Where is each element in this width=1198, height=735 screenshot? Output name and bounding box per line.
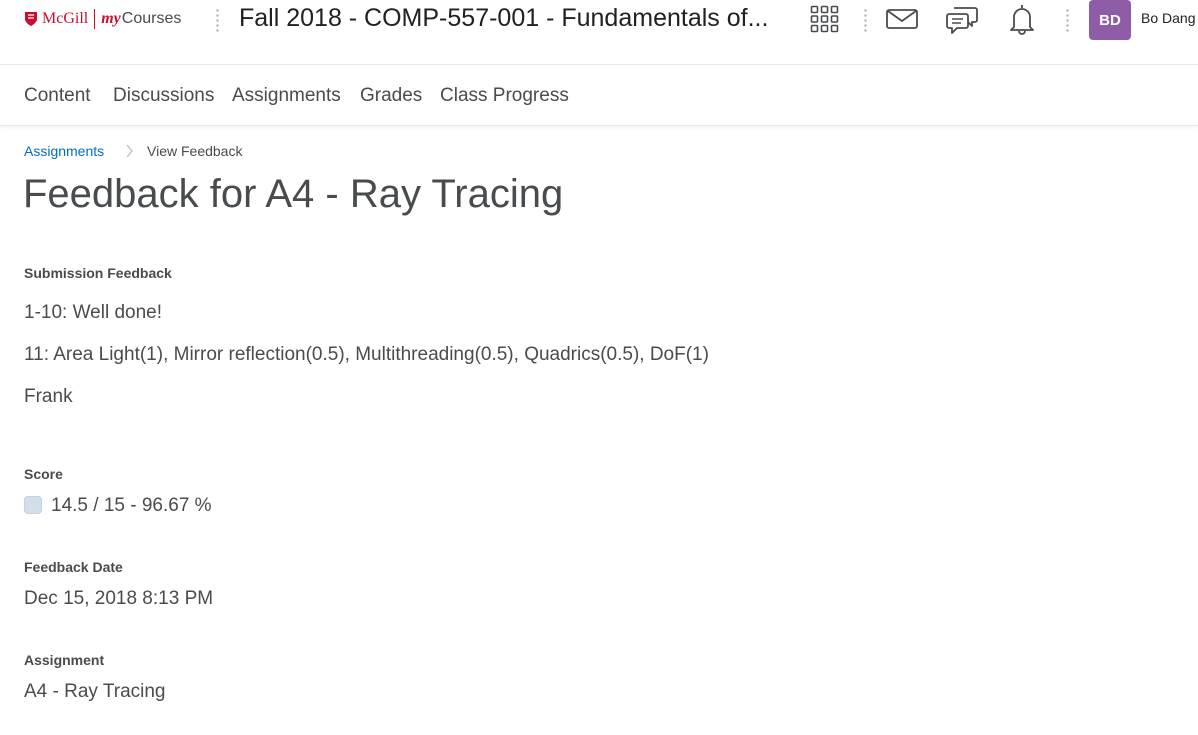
nav-item-content[interactable]: Content	[24, 85, 91, 107]
mail-icon[interactable]	[886, 9, 918, 29]
logo-my-text: my	[101, 10, 121, 27]
breadcrumb-assignments-link[interactable]: Assignments	[24, 143, 104, 159]
assignment-label: Assignment	[24, 652, 105, 668]
top-header: McGill my Courses Fall 2018 - COMP-557-0…	[0, 0, 1198, 65]
score-color-chip	[24, 496, 42, 514]
page-title: Feedback for A4 - Ray Tracing	[23, 172, 564, 216]
bell-icon[interactable]	[1009, 3, 1035, 35]
chat-icon[interactable]	[946, 4, 978, 36]
score-value: 14.5 / 15 - 96.67 %	[51, 495, 212, 516]
mycourses-logo[interactable]: McGill my Courses	[24, 7, 181, 31]
header-divider	[216, 8, 219, 32]
avatar[interactable]: BD	[1089, 0, 1131, 40]
chevron-right-icon	[126, 144, 133, 158]
mcgill-crest-icon	[25, 12, 37, 26]
feedback-date-label: Feedback Date	[24, 559, 123, 575]
nav-item-grades[interactable]: Grades	[360, 85, 422, 107]
score-label: Score	[24, 466, 63, 482]
logo-courses-text: Courses	[121, 10, 182, 27]
course-title[interactable]: Fall 2018 - COMP-557-001 - Fundamentals …	[239, 4, 768, 33]
logo-divider	[94, 9, 96, 29]
nav-item-class-progress[interactable]: Class Progress	[440, 85, 569, 107]
feedback-line: Frank	[24, 386, 73, 407]
breadcrumb-current: View Feedback	[147, 143, 243, 159]
feedback-date-value: Dec 15, 2018 8:13 PM	[24, 588, 214, 609]
feedback-line: 11: Area Light(1), Mirror reflection(0.5…	[24, 344, 709, 365]
header-divider	[1066, 8, 1069, 32]
user-name[interactable]: Bo Dang	[1141, 10, 1195, 26]
nav-item-assignments[interactable]: Assignments	[232, 85, 341, 107]
submission-feedback-label: Submission Feedback	[24, 265, 172, 281]
header-divider	[864, 8, 867, 32]
nav-item-discussions[interactable]: Discussions	[113, 85, 214, 107]
course-navbar: Content Discussions Assignments Grades C…	[0, 65, 1198, 126]
assignment-value: A4 - Ray Tracing	[24, 681, 166, 702]
logo-mcgill-text: McGill	[42, 10, 89, 27]
feedback-line: 1-10: Well done!	[24, 302, 163, 323]
course-selector-icon[interactable]	[810, 5, 839, 33]
